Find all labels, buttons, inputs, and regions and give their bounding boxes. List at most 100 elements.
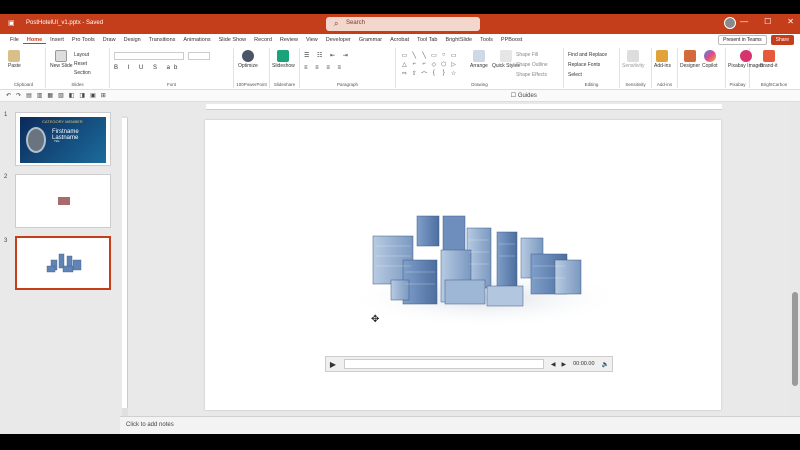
align-left-icon[interactable]: ▤ <box>26 92 32 99</box>
save-icon[interactable]: ▣ <box>8 19 15 27</box>
format-icon[interactable]: ▣ <box>90 92 96 99</box>
shape-outline-button[interactable]: Shape Outline <box>516 62 548 68</box>
font-label: Font <box>166 82 176 87</box>
replace-fonts-button[interactable]: Replace Fonts <box>568 62 600 68</box>
tab-acrobat[interactable]: Acrobat <box>386 37 413 43</box>
designer-copilot-group: Designer Copilot <box>678 48 726 88</box>
forward-button[interactable]: ▶ <box>558 361 569 368</box>
slide-thumbnail-2[interactable] <box>15 174 111 228</box>
group-icon[interactable]: ▧ <box>58 92 64 99</box>
tab-transitions[interactable]: Transitions <box>145 37 180 43</box>
tab-insert[interactable]: Insert <box>46 37 68 43</box>
font-name-select[interactable] <box>114 52 184 60</box>
fill-icon[interactable]: ◧ <box>69 92 75 99</box>
shape-fill-button[interactable]: Shape Fill <box>516 52 538 58</box>
slideshare-icon <box>277 50 290 62</box>
grid-icon[interactable]: ⊞ <box>101 92 106 99</box>
scrollbar-thumb[interactable] <box>792 292 798 386</box>
arrange-button[interactable]: Arrange <box>470 50 488 69</box>
tab-actions: Present in Teams Share <box>718 35 794 45</box>
font-size-select[interactable] <box>188 52 210 60</box>
tab-ppboost[interactable]: PPBoost <box>497 37 526 43</box>
sensitivity-icon <box>627 50 640 62</box>
shape-effects-button[interactable]: Shape Effects <box>516 72 547 78</box>
tab-home[interactable]: Home <box>22 37 47 44</box>
tab-slide-show[interactable]: Slide Show <box>215 37 251 43</box>
distribute-icon[interactable]: ▦ <box>47 92 53 99</box>
addins-button[interactable]: Add-ins <box>654 50 671 69</box>
slide-1-subtitle: Title <box>54 139 60 143</box>
share-button[interactable]: Share <box>770 35 794 45</box>
tab-draw[interactable]: Draw <box>99 37 120 43</box>
sensitivity-button[interactable]: Sensitivity <box>622 50 645 69</box>
window-controls: — ☐ ✕ <box>740 17 794 26</box>
present-in-teams-button[interactable]: Present in Teams <box>718 35 767 45</box>
find-replace-button[interactable]: Find and Replace <box>568 52 607 58</box>
slide-thumbnails-pane: 1 CATEGORY MEMBER Firstname Lastname Tit… <box>0 102 120 416</box>
rewind-button[interactable]: ◀ <box>548 361 559 368</box>
tab-design[interactable]: Design <box>120 37 145 43</box>
sensitivity-group: Sensitivity Sensitivity <box>620 48 652 88</box>
avatar[interactable] <box>724 17 736 29</box>
reset-button[interactable]: Reset <box>74 61 87 67</box>
shapes-gallery[interactable]: ▭ ╲ ╲ ▭ ○ ▭ △ ⌐ ⌐ ◇ ⬡ ▷ ⇨ ⇧ ⌒{} ☆ <box>400 52 458 80</box>
section-button[interactable]: Section <box>74 70 91 76</box>
tab-grammar[interactable]: Grammar <box>355 37 386 43</box>
slide-1-name: Firstname Lastname <box>52 129 79 141</box>
title-bar: ▣ PostHotelUI_v1.pptx - Saved ⌕ Search —… <box>0 14 800 34</box>
font-format-buttons[interactable]: B I U S ab <box>114 65 181 71</box>
brightcarbon-label: BrightCarbon <box>760 82 788 87</box>
tab-tool-tab[interactable]: Tool Tab <box>413 37 441 43</box>
addins-icon <box>656 50 669 62</box>
slide-number: 2 <box>4 174 8 180</box>
slide-canvas[interactable]: ✥ ▶ ◀ ▶ 00:00.00 🔈 <box>205 120 721 410</box>
tab-developer[interactable]: Developer <box>322 37 355 43</box>
tab-record[interactable]: Record <box>250 37 276 43</box>
pixabay-label: Pixabay <box>729 82 746 87</box>
layout-button[interactable]: Layout <box>74 52 89 58</box>
tab-pro-tools[interactable]: Pro Tools <box>68 37 99 43</box>
select-button[interactable]: Select <box>568 72 582 78</box>
minimize-button[interactable]: — <box>740 17 748 26</box>
workspace: 1 CATEGORY MEMBER Firstname Lastname Tit… <box>0 102 800 434</box>
new-slide-button[interactable]: New Slide <box>50 50 73 69</box>
editing-group: Find and Replace Replace Fonts Select Ed… <box>564 48 620 88</box>
secondary-toolbar: ↶ ↷ ▤ ▥ ▦ ▧ ◧ ◨ ▣ ⊞ ☐ Guides <box>0 90 800 102</box>
notes-pane[interactable]: Click to add notes <box>120 416 800 434</box>
align-center-icon[interactable]: ▥ <box>37 92 43 99</box>
vertical-ruler <box>122 118 128 408</box>
slide-thumbnail-3[interactable] <box>15 236 111 290</box>
brand-it-button[interactable]: Brand-it <box>760 50 778 69</box>
slide-thumbnail-1[interactable]: CATEGORY MEMBER Firstname Lastname Title <box>15 112 111 166</box>
tab-review[interactable]: Review <box>276 37 302 43</box>
tab-view[interactable]: View <box>302 37 322 43</box>
close-button[interactable]: ✕ <box>787 17 794 26</box>
drawing-label: Drawing <box>471 82 488 87</box>
tab-animations[interactable]: Animations <box>179 37 214 43</box>
play-button[interactable]: ▶ <box>326 360 340 369</box>
designer-button[interactable]: Designer <box>680 50 700 69</box>
redo-icon[interactable]: ↷ <box>16 92 21 99</box>
maximize-button[interactable]: ☐ <box>764 17 771 26</box>
optimize-button[interactable]: Optimize <box>238 50 258 69</box>
slide-1-category: CATEGORY MEMBER <box>42 119 83 124</box>
volume-icon[interactable]: 🔈 <box>599 361 612 368</box>
search-input[interactable]: ⌕ Search <box>326 17 480 31</box>
sensitivity-label: Sensitivity <box>625 82 646 87</box>
slide-number: 3 <box>4 238 8 244</box>
ppowerpoint-label: 100PowerPoint <box>236 82 267 87</box>
outline-icon[interactable]: ◨ <box>79 92 85 99</box>
slideshow-button[interactable]: Slideshow <box>272 50 295 69</box>
slide-scrollbar[interactable] <box>790 102 800 416</box>
video-seek-bar[interactable] <box>344 359 544 369</box>
guides-checkbox[interactable]: ☐ Guides <box>511 92 537 99</box>
ppowerpoint-group: Optimize 100PowerPoint <box>234 48 270 88</box>
tab-file[interactable]: File <box>6 37 23 43</box>
align-buttons[interactable]: ≡ ≡ ≡ ≡ <box>304 65 344 71</box>
tab-tools[interactable]: Tools <box>476 37 497 43</box>
copilot-button[interactable]: Copilot <box>702 50 718 69</box>
undo-icon[interactable]: ↶ <box>6 92 11 99</box>
tab-brightslide[interactable]: BrightSlide <box>441 37 476 43</box>
list-buttons[interactable]: ☰ ☷ ⇤ ⇥ <box>304 52 351 59</box>
paste-button[interactable]: Paste <box>8 50 21 69</box>
